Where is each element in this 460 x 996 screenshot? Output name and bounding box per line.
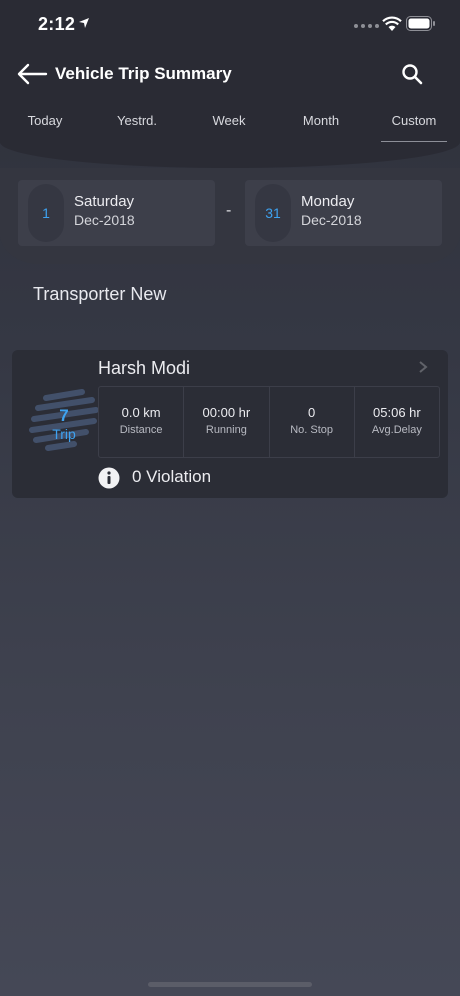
from-date-picker[interactable]: 1 Saturday Dec-2018 <box>18 180 215 246</box>
battery-icon <box>406 16 435 31</box>
to-weekday: Monday <box>301 193 355 210</box>
tab-month[interactable]: Month <box>288 108 354 142</box>
location-arrow-icon <box>79 18 89 28</box>
stat-label: No. Stop <box>290 424 334 436</box>
to-day-number: 31 <box>255 184 291 242</box>
stat-avg-delay: 05:06 hr Avg.Delay <box>355 387 439 457</box>
stat-label: Distance <box>119 424 163 436</box>
signal-dots-icon <box>354 24 379 28</box>
tab-custom[interactable]: Custom <box>381 108 447 142</box>
trip-stats: 0.0 km Distance 00:00 hr Running 0 No. S… <box>98 386 440 458</box>
app-screen: 2:12 Vehicle Trip Summary Today Yestrd. … <box>0 0 460 996</box>
from-day-number: 1 <box>28 184 64 242</box>
trip-count-badge: 7 Trip <box>26 388 99 452</box>
driver-name: Harsh Modi <box>98 358 191 378</box>
stat-value: 05:06 hr <box>373 405 421 420</box>
back-arrow-icon[interactable] <box>16 62 48 86</box>
trip-label: Trip <box>52 426 76 442</box>
date-range-panel: 1 Saturday Dec-2018 - 31 Monday Dec-2018 <box>0 168 460 264</box>
violation-count: 0 Violation <box>132 467 212 486</box>
search-icon[interactable] <box>400 62 424 86</box>
from-weekday: Saturday <box>74 193 135 210</box>
page-title: Vehicle Trip Summary <box>55 64 232 83</box>
section-title: Transporter New <box>33 284 167 304</box>
stat-stops: 0 No. Stop <box>270 387 355 457</box>
period-tabs: Today Yestrd. Week Month Custom <box>0 108 460 142</box>
info-icon <box>98 467 120 489</box>
status-bar: 2:12 <box>0 0 460 50</box>
home-indicator[interactable] <box>148 982 312 987</box>
status-time: 2:12 <box>38 14 76 34</box>
to-month: Dec-2018 <box>301 212 362 228</box>
wifi-icon <box>382 16 402 31</box>
stat-distance: 0.0 km Distance <box>99 387 185 457</box>
stat-label: Running <box>205 424 247 436</box>
chevron-right-icon <box>419 361 428 373</box>
date-separator: - <box>226 202 232 219</box>
nav-bar: Vehicle Trip Summary <box>0 52 460 96</box>
from-month: Dec-2018 <box>74 212 135 228</box>
tab-week[interactable]: Week <box>196 108 262 142</box>
to-date-picker[interactable]: 31 Monday Dec-2018 <box>245 180 442 246</box>
tab-yesterday[interactable]: Yestrd. <box>104 108 170 142</box>
stat-value: 00:00 hr <box>202 405 251 420</box>
trip-count: 7 <box>59 406 69 425</box>
trip-summary-card[interactable]: 7 Trip Harsh Modi 0.0 km Distance 00:00 … <box>12 350 448 498</box>
stat-running: 00:00 hr Running <box>184 387 270 457</box>
stat-value: 0.0 km <box>121 405 161 420</box>
stat-value: 0 <box>308 405 316 420</box>
stat-label: Avg.Delay <box>371 424 422 436</box>
tab-today[interactable]: Today <box>12 108 78 142</box>
